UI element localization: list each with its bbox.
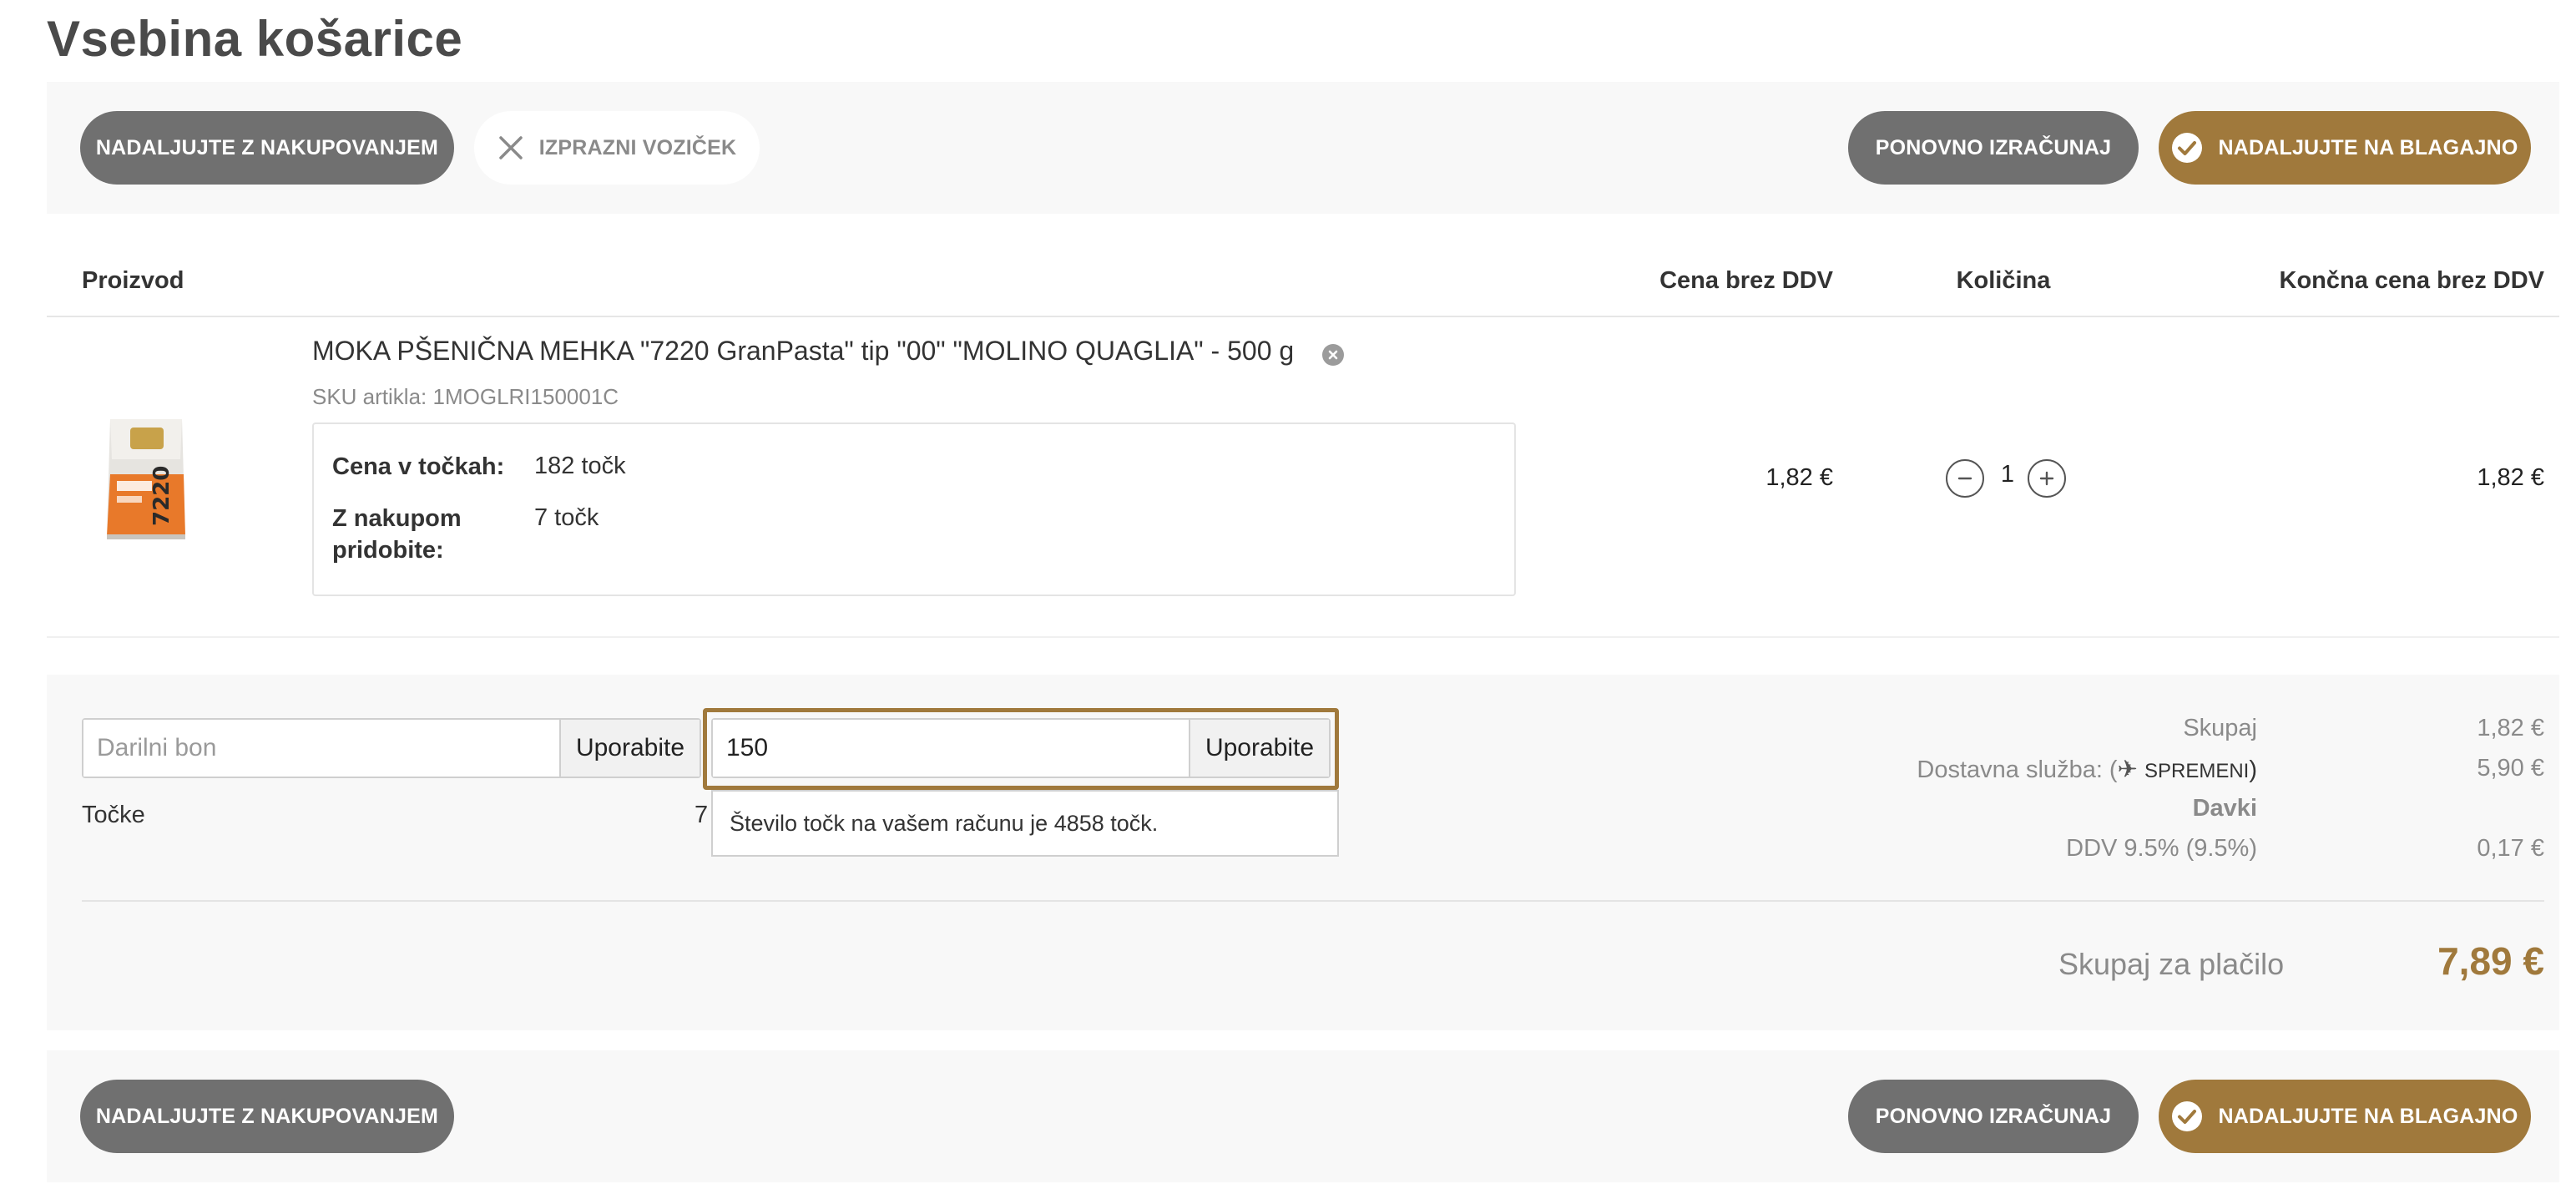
shipping-label-prefix: Dostavna služba: ( xyxy=(1917,756,2118,783)
checkout-label: NADALJUJTE NA BLAGAJNO xyxy=(2218,135,2518,159)
taxes-label: Davki xyxy=(2192,795,2257,822)
shipping-value: 5,90 € xyxy=(2477,755,2544,782)
points-label: Točke xyxy=(82,802,145,828)
minus-icon xyxy=(1957,477,1972,480)
gift-voucher-input[interactable] xyxy=(83,720,559,777)
recalculate-label: PONOVNO IZRAČUNAJ xyxy=(1875,135,2112,159)
check-circle-icon xyxy=(2171,132,2203,164)
points-earned-value: 7 točk xyxy=(534,504,599,531)
continue-shopping-label-bottom: NADALJUJTE Z NAKUPOVANJEM xyxy=(95,1104,439,1128)
plus-icon xyxy=(2039,471,2054,486)
header-total: Končna cena brez DDV xyxy=(2279,267,2544,294)
points-redeem-input[interactable] xyxy=(713,720,1189,777)
quantity-value[interactable]: 1 xyxy=(1991,461,2024,488)
recalculate-button[interactable]: PONOVNO IZRAČUNAJ xyxy=(1848,111,2139,185)
product-image[interactable]: 7220 xyxy=(92,394,200,561)
header-product: Proizvod xyxy=(82,267,184,294)
recalculate-button-bottom[interactable]: PONOVNO IZRAČUNAJ xyxy=(1848,1080,2139,1153)
vat-label: DDV 9.5% (9.5%) xyxy=(2066,835,2257,862)
empty-cart-button[interactable]: IZPRAZNI VOZIČEK xyxy=(474,111,760,185)
plane-icon: ✈ xyxy=(2117,756,2138,783)
quantity-increase-button[interactable] xyxy=(2028,459,2066,498)
points-value-partial: 7 xyxy=(695,802,709,828)
empty-cart-label: IZPRAZNI VOZIČEK xyxy=(538,135,737,159)
checkout-button-bottom[interactable]: NADALJUJTE NA BLAGAJNO xyxy=(2159,1080,2531,1153)
points-price-label: Cena v točkah: xyxy=(332,453,505,480)
grand-total-label: Skupaj za plačilo xyxy=(2058,947,2285,981)
page-title: Vsebina košarice xyxy=(47,11,463,67)
points-balance-tooltip: Število točk na vašem računu je 4858 toč… xyxy=(711,790,1339,857)
points-earned-label: Z nakupom pridobite: xyxy=(332,505,462,564)
vat-value: 0,17 € xyxy=(2477,835,2544,862)
header-quantity: Količina xyxy=(1956,267,2051,294)
continue-shopping-button[interactable]: NADALJUJTE Z NAKUPOVANJEM xyxy=(80,111,454,185)
points-redeem-group: Uporabite xyxy=(711,718,1331,778)
cart-summary: Uporabite Uporabite Točke 7 Število točk… xyxy=(47,675,2559,1030)
shipping-change-link[interactable]: SPREMENI xyxy=(2144,760,2249,782)
item-price: 1,82 € xyxy=(1765,464,1833,491)
recalculate-label-bottom: PONOVNO IZRAČUNAJ xyxy=(1875,1104,2112,1128)
subtotal-value: 1,82 € xyxy=(2477,715,2544,741)
sku-value: 1MOGLRI150001C xyxy=(432,384,619,409)
remove-item-icon[interactable] xyxy=(1322,344,1344,366)
header-price: Cena brez DDV xyxy=(1659,267,1833,294)
continue-shopping-button-bottom[interactable]: NADALJUJTE Z NAKUPOVANJEM xyxy=(80,1080,454,1153)
quantity-decrease-button[interactable] xyxy=(1946,459,1984,498)
checkout-label-bottom: NADALJUJTE NA BLAGAJNO xyxy=(2218,1104,2518,1128)
gift-voucher-apply-button[interactable]: Uporabite xyxy=(559,720,700,777)
shipping-label-suffix: ) xyxy=(2249,756,2257,783)
shipping-label: Dostavna služba: (✈ SPREMENI) xyxy=(1633,755,2257,784)
sku-label: SKU artikla: xyxy=(312,384,427,409)
points-price-value: 182 točk xyxy=(534,453,626,479)
product-sku: SKU artikla: 1MOGLRI150001C xyxy=(312,384,619,410)
product-name[interactable]: MOKA PŠENIČNA MEHKA "7220 GranPasta" tip… xyxy=(312,336,1294,367)
points-apply-button[interactable]: Uporabite xyxy=(1189,720,1329,777)
product-image-label: 7220 xyxy=(149,466,174,526)
points-info-box: Cena v točkah: 182 točk Z nakupom pridob… xyxy=(312,422,1516,596)
checkout-button[interactable]: NADALJUJTE NA BLAGAJNO xyxy=(2159,111,2531,185)
summary-divider xyxy=(82,900,2544,902)
item-total: 1,82 € xyxy=(2477,464,2544,491)
row-divider xyxy=(47,636,2559,638)
gift-voucher-group: Uporabite xyxy=(82,718,701,778)
continue-shopping-label: NADALJUJTE Z NAKUPOVANJEM xyxy=(95,135,439,159)
header-divider xyxy=(47,316,2559,317)
subtotal-label: Skupaj xyxy=(2183,715,2257,741)
bottom-action-bar: NADALJUJTE Z NAKUPOVANJEM PONOVNO IZRAČU… xyxy=(47,1050,2559,1182)
grand-total-value: 7,89 € xyxy=(2437,939,2544,983)
close-icon xyxy=(498,134,524,161)
check-circle-icon xyxy=(2171,1100,2203,1132)
top-action-bar: NADALJUJTE Z NAKUPOVANJEM IZPRAZNI VOZIČ… xyxy=(47,82,2559,214)
